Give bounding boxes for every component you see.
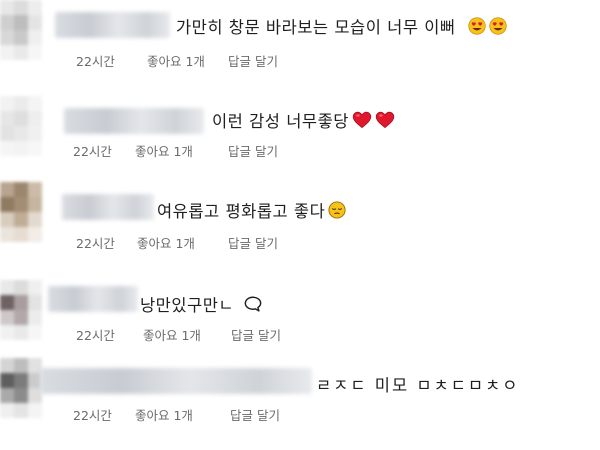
red-heart-emoji [375, 111, 395, 129]
username-blurred[interactable] [55, 12, 170, 38]
reply-button[interactable]: 답글 달기 [230, 405, 280, 424]
comment-item: 낭만있구만ㄴ 22시간 좋아요 1개 답글 달기 [0, 268, 600, 353]
pensive-face-emoji [328, 201, 346, 219]
comment-meta: 22시간 좋아요 1개 답글 달기 [76, 51, 316, 70]
reply-button[interactable]: 답글 달기 [228, 141, 278, 160]
like-count-button[interactable]: 좋아요 1개 [135, 141, 193, 160]
comment-body: 가만히 창문 바라보는 모습이 너무 이뻐 [176, 18, 456, 37]
avatar[interactable] [0, 182, 42, 242]
speech-bubble-icon [244, 296, 262, 312]
comment-text: 이런 감성 너무좋당 [212, 108, 395, 132]
reply-button[interactable]: 답글 달기 [228, 233, 278, 252]
reply-button[interactable]: 답글 달기 [228, 51, 278, 70]
like-count-button[interactable]: 좋아요 1개 [135, 405, 193, 424]
like-count-button[interactable]: 좋아요 1개 [147, 51, 205, 70]
comment-list: 가만히 창문 바라보는 모습이 너무 이뻐 22시간 좋아요 1개 답글 달기 [0, 0, 600, 450]
like-count-button[interactable]: 좋아요 1개 [137, 233, 195, 252]
username-blurred[interactable] [64, 108, 204, 134]
comment-text: 낭만있구만ㄴ [140, 292, 263, 316]
comment-text: 가만히 창문 바라보는 모습이 너무 이뻐 [176, 14, 507, 38]
comment-meta: 22시간 좋아요 1개 답글 달기 [76, 233, 316, 252]
avatar[interactable] [0, 0, 42, 60]
username-blurred[interactable] [62, 194, 154, 220]
comment-text: 여유롭고 평화롭고 좋다 [157, 198, 346, 222]
timestamp: 22시간 [76, 236, 115, 251]
avatar[interactable] [0, 280, 42, 340]
comment-body: 낭만있구만ㄴ [140, 296, 235, 315]
heart-eyes-emoji [467, 17, 486, 35]
username-blurred[interactable] [48, 286, 138, 312]
comment-meta: 22시간 좋아요 1개 답글 달기 [76, 325, 316, 344]
like-count-button[interactable]: 좋아요 1개 [143, 325, 201, 344]
timestamp: 22시간 [76, 328, 115, 343]
avatar[interactable] [0, 358, 42, 418]
comment-meta: 22시간 좋아요 1개 답글 달기 [73, 141, 313, 160]
reply-button[interactable]: 답글 달기 [231, 325, 281, 344]
heart-eyes-emoji [488, 17, 507, 35]
avatar[interactable] [0, 96, 42, 156]
timestamp: 22시간 [73, 144, 112, 159]
timestamp: 22시간 [73, 408, 112, 423]
username-blurred[interactable] [40, 368, 312, 394]
comment-item: 가만히 창문 바라보는 모습이 너무 이뻐 22시간 좋아요 1개 답글 달기 [0, 0, 600, 85]
red-heart-emoji [352, 111, 372, 129]
comment-item: 이런 감성 너무좋당 22시간 좋아요 1개 답글 달기 [0, 88, 600, 173]
comment-body: ㄹㅈㄷ 미모 ㅁㅊㄷㅁㅊㅇ [316, 376, 520, 395]
comment-body: 여유롭고 평화롭고 좋다 [157, 202, 326, 221]
comment-text: ㄹㅈㄷ 미모 ㅁㅊㄷㅁㅊㅇ [316, 372, 519, 396]
comment-item: 여유롭고 평화롭고 좋다 22시간 좋아요 1개 답글 달기 [0, 178, 600, 263]
comment-body: 이런 감성 너무좋당 [212, 112, 349, 131]
comment-item: ㄹㅈㄷ 미모 ㅁㅊㄷㅁㅊㅇ 22시간 좋아요 1개 답글 달기 [0, 356, 600, 441]
timestamp: 22시간 [76, 54, 115, 69]
comment-meta: 22시간 좋아요 1개 답글 달기 [73, 405, 313, 424]
